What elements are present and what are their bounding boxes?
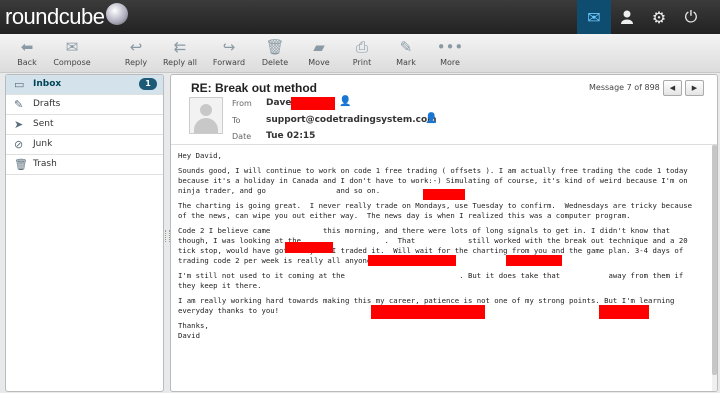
print-button[interactable]: ⎙ Print <box>340 36 384 67</box>
redaction-box <box>285 242 333 253</box>
sent-icon: ➤ <box>14 118 24 131</box>
folder-label: Trash <box>33 159 57 169</box>
trash-icon: 🗑 <box>14 158 28 171</box>
roundcube-logo: roundcube <box>5 4 105 29</box>
back-button[interactable]: ⬅ Back <box>5 36 49 67</box>
logo-cube-icon <box>106 3 128 25</box>
mark-pen-icon: ✎ <box>399 38 413 56</box>
forward-icon: ↪ <box>222 38 236 56</box>
reply-all-icon: ⇇ <box>173 38 187 56</box>
gear-icon[interactable]: ⚙ <box>642 0 676 34</box>
trash-icon: 🗑 <box>265 38 285 56</box>
delete-button[interactable]: 🗑 Delete <box>253 36 297 67</box>
from-value[interactable]: Dave <box>266 98 292 108</box>
chevron-left-icon: ◀ <box>669 84 676 92</box>
redaction-box <box>423 189 465 200</box>
folder-label: Junk <box>33 139 53 149</box>
redaction-box <box>368 255 456 266</box>
body-paragraph: The charting is going great. I never rea… <box>178 201 697 220</box>
reply-button[interactable]: ↩ Reply <box>114 36 158 67</box>
redaction-box <box>371 305 485 319</box>
move-button[interactable]: ▰ Move <box>297 36 341 67</box>
add-contact-icon[interactable]: 👤 <box>425 113 437 124</box>
folder-trash[interactable]: 🗑 Trash <box>6 155 163 175</box>
body-paragraph: I'm still not used to it coming at the .… <box>178 270 688 290</box>
sender-avatar <box>189 97 223 134</box>
reply-icon: ↩ <box>129 38 143 56</box>
date-value: Tue 02:15 <box>266 131 316 141</box>
junk-icon: ⊘ <box>14 138 24 151</box>
next-message-button[interactable]: ▶ <box>685 80 704 96</box>
redaction-box <box>599 305 649 319</box>
folder-label: Inbox <box>33 79 62 89</box>
from-label: From <box>232 99 252 108</box>
reply-all-button[interactable]: ⇇ Reply all <box>158 36 202 67</box>
user-icon[interactable] <box>610 0 644 34</box>
forward-button[interactable]: ↪ Forward <box>207 36 251 67</box>
more-button[interactable]: ••• More <box>428 36 472 67</box>
redaction-sender-name <box>291 97 335 110</box>
pencil-icon: ✎ <box>14 98 24 111</box>
toolbar: ⬅ Back ✉ Compose ↩ Reply ⇇ Reply all ↪ Forwar… <box>0 34 720 73</box>
print-icon: ⎙ <box>355 38 368 56</box>
folder-move-icon: ▰ <box>313 38 325 56</box>
previous-message-button[interactable]: ◀ <box>663 80 682 96</box>
scrollbar-thumb[interactable] <box>712 145 717 375</box>
top-bar: roundcube ✉ ⚙ ⏻ <box>0 0 720 34</box>
back-arrow-icon: ⬅ <box>20 38 34 56</box>
mail-icon[interactable]: ✉ <box>577 0 611 34</box>
inbox-icon: ▭ <box>14 78 25 91</box>
folder-sent[interactable]: ➤ Sent <box>6 115 163 135</box>
header-divider <box>171 144 717 145</box>
folder-drafts[interactable]: ✎ Drafts <box>6 95 163 115</box>
compose-button[interactable]: ✉ Compose <box>50 36 94 67</box>
folder-junk[interactable]: ⊘ Junk <box>6 135 163 155</box>
message-count: Message 7 of 898 <box>589 83 660 92</box>
body-paragraph: Thanks, David <box>178 321 209 340</box>
body-paragraph: Hey David, <box>178 151 222 160</box>
redaction-box <box>506 255 562 266</box>
date-label: Date <box>232 132 252 141</box>
message-view: RE: Break out method Message 7 of 898 ◀ … <box>170 74 718 392</box>
folder-label: Sent <box>33 119 54 129</box>
unread-count-badge: 1 <box>139 78 157 90</box>
more-dots-icon: ••• <box>436 38 464 56</box>
compose-icon: ✉ <box>65 38 79 56</box>
power-icon[interactable]: ⏻ <box>674 0 708 34</box>
add-contact-icon[interactable]: 👤 <box>339 96 351 107</box>
message-scrollbar[interactable] <box>712 145 717 391</box>
chevron-right-icon: ▶ <box>691 84 698 92</box>
folder-list: ▭ Inbox 1 ✎ Drafts ➤ Sent ⊘ Junk 🗑 Trash <box>5 74 164 392</box>
folder-inbox[interactable]: ▭ Inbox 1 <box>6 75 163 95</box>
to-label: To <box>232 116 241 125</box>
mark-button[interactable]: ✎ Mark <box>384 36 428 67</box>
to-value[interactable]: support@codetradingsystem.com <box>266 115 437 125</box>
message-subject: RE: Break out method <box>191 81 318 95</box>
folder-label: Drafts <box>33 99 61 109</box>
